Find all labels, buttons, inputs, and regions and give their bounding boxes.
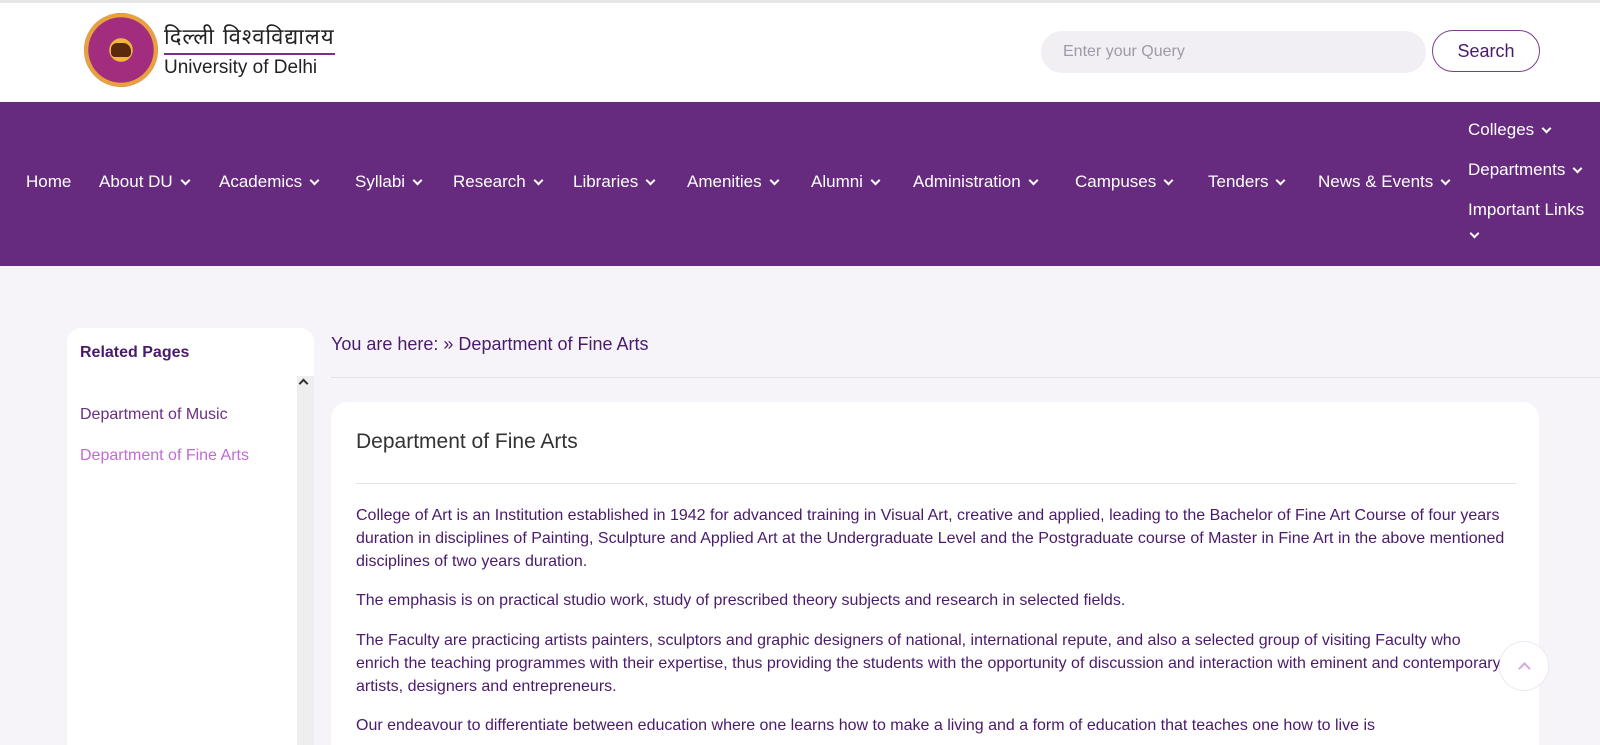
chevron-down-icon: [645, 175, 656, 185]
chevron-down-icon: [1541, 123, 1552, 133]
chevron-down-icon: [533, 175, 544, 185]
university-seal-icon: [84, 13, 158, 87]
nav-item-administration[interactable]: Administration: [913, 172, 1039, 192]
chevron-down-icon: [1028, 175, 1039, 185]
search-input[interactable]: [1041, 31, 1426, 73]
page-title: Department of Fine Arts: [356, 430, 578, 453]
chevron-down-icon: [870, 175, 881, 185]
content-paragraph: Our endeavour to differentiate between e…: [356, 717, 1376, 734]
nav-item-tenders[interactable]: Tenders: [1208, 172, 1286, 192]
nav-item-departments[interactable]: Departments: [1468, 160, 1583, 180]
content-paragraph: The emphasis is on practical studio work…: [356, 592, 1126, 609]
nav-item-academics[interactable]: Academics: [219, 172, 320, 192]
chevron-down-icon: [1572, 163, 1583, 173]
related-pages-sidebar: Related Pages Department of Music Depart…: [67, 328, 314, 745]
nav-item-about-du[interactable]: About DU: [99, 172, 191, 192]
breadcrumb-divider: [331, 377, 1600, 378]
nav-item-syllabi[interactable]: Syllabi: [355, 172, 423, 192]
logo-english-name: University of Delhi: [164, 57, 318, 78]
nav-item-colleges[interactable]: Colleges: [1468, 120, 1552, 140]
chevron-down-icon: [412, 175, 423, 185]
search-button[interactable]: Search: [1432, 30, 1540, 72]
nav-label: News & Events: [1318, 172, 1434, 191]
nav-item-news-events[interactable]: News & Events: [1318, 172, 1451, 192]
logo-hindi-name: दिल्ली विश्वविद्यालय: [164, 21, 335, 55]
nav-label: Alumni: [811, 172, 863, 191]
nav-label: Colleges: [1468, 120, 1535, 139]
chevron-down-icon: [1440, 175, 1451, 185]
nav-label: Academics: [219, 172, 303, 191]
chevron-down-icon: [1469, 228, 1480, 239]
nav-label: Research: [453, 172, 526, 191]
chevron-down-icon: [1276, 175, 1286, 185]
site-header: दिल्ली विश्वविद्यालय University of Delhi…: [0, 0, 1600, 102]
sidebar-scrollbar[interactable]: [297, 376, 314, 745]
nav-label: Administration: [913, 172, 1021, 191]
nav-item-amenities[interactable]: Amenities: [687, 172, 780, 192]
scroll-to-top-button[interactable]: [1499, 641, 1549, 691]
content-card: Department of Fine Arts College of Art i…: [331, 402, 1539, 745]
nav-label: Home: [26, 172, 72, 191]
chevron-down-icon: [1163, 175, 1174, 185]
nav-label: Campuses: [1075, 172, 1157, 191]
nav-item-home[interactable]: Home: [26, 172, 71, 192]
sidebar-title: Related Pages: [80, 344, 190, 361]
university-logo[interactable]: दिल्ली विश्वविद्यालय University of Delhi: [84, 13, 335, 87]
nav-label: Libraries: [573, 172, 639, 191]
breadcrumb: You are here: » Department of Fine Arts: [331, 334, 649, 354]
title-divider: [356, 483, 1516, 484]
nav-label: Syllabi: [355, 172, 406, 191]
nav-label: Departments: [1468, 160, 1566, 179]
chevron-up-icon: [1518, 662, 1531, 675]
sidebar-link-department-of-fine-arts[interactable]: Department of Fine Arts: [80, 447, 249, 465]
content-paragraph: College of Art is an Institution establi…: [356, 507, 1505, 570]
logo-text: दिल्ली विश्वविद्यालय University of Delhi: [164, 21, 335, 79]
nav-label: Amenities: [687, 172, 762, 191]
chevron-down-icon: [180, 175, 191, 185]
chevron-down-icon: [769, 175, 780, 185]
sidebar-link-department-of-music[interactable]: Department of Music: [80, 406, 228, 424]
nav-item-alumni[interactable]: Alumni: [811, 172, 881, 192]
nav-label: Tenders: [1208, 172, 1269, 191]
nav-label: About DU: [99, 172, 173, 191]
nav-item-campuses[interactable]: Campuses: [1075, 172, 1174, 192]
nav-item-important-links[interactable]: Important Links: [1468, 200, 1584, 220]
content-paragraph: The Faculty are practicing artists paint…: [356, 632, 1501, 695]
chevron-down-icon: [309, 175, 320, 185]
nav-item-research[interactable]: Research: [453, 172, 544, 192]
nav-label: Important Links: [1468, 200, 1585, 219]
main-navigation: Home About DU Academics Syllabi Research…: [0, 102, 1600, 266]
nav-item-libraries[interactable]: Libraries: [573, 172, 656, 192]
